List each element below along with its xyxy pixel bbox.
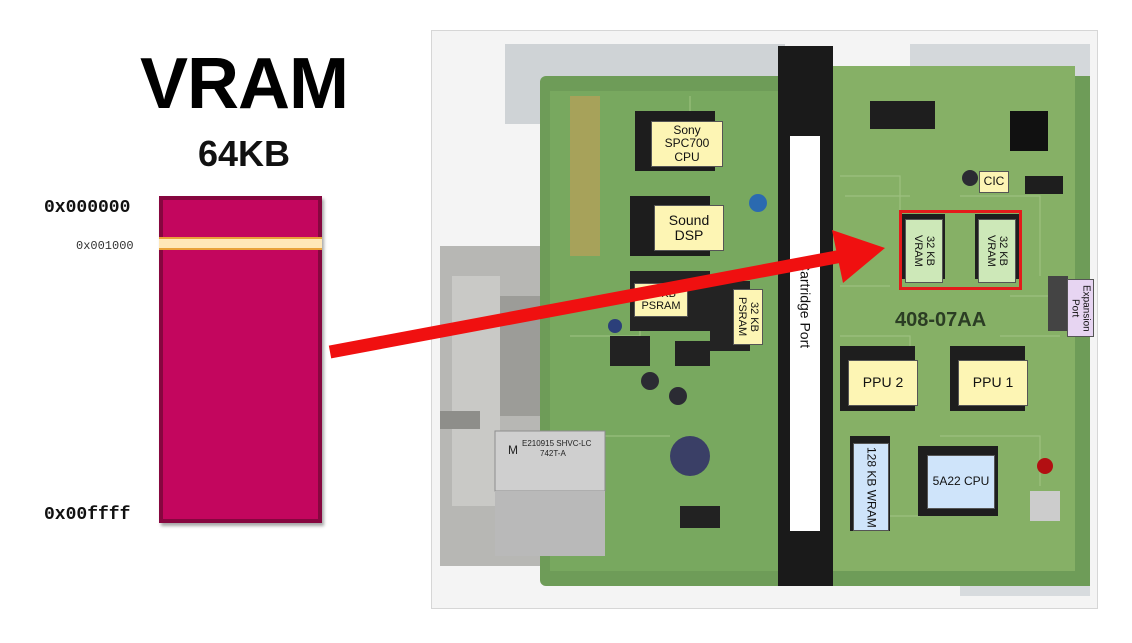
vram-pointer-arrow xyxy=(328,230,885,359)
arrow-head xyxy=(832,230,885,283)
arrow-shaft xyxy=(328,249,844,359)
